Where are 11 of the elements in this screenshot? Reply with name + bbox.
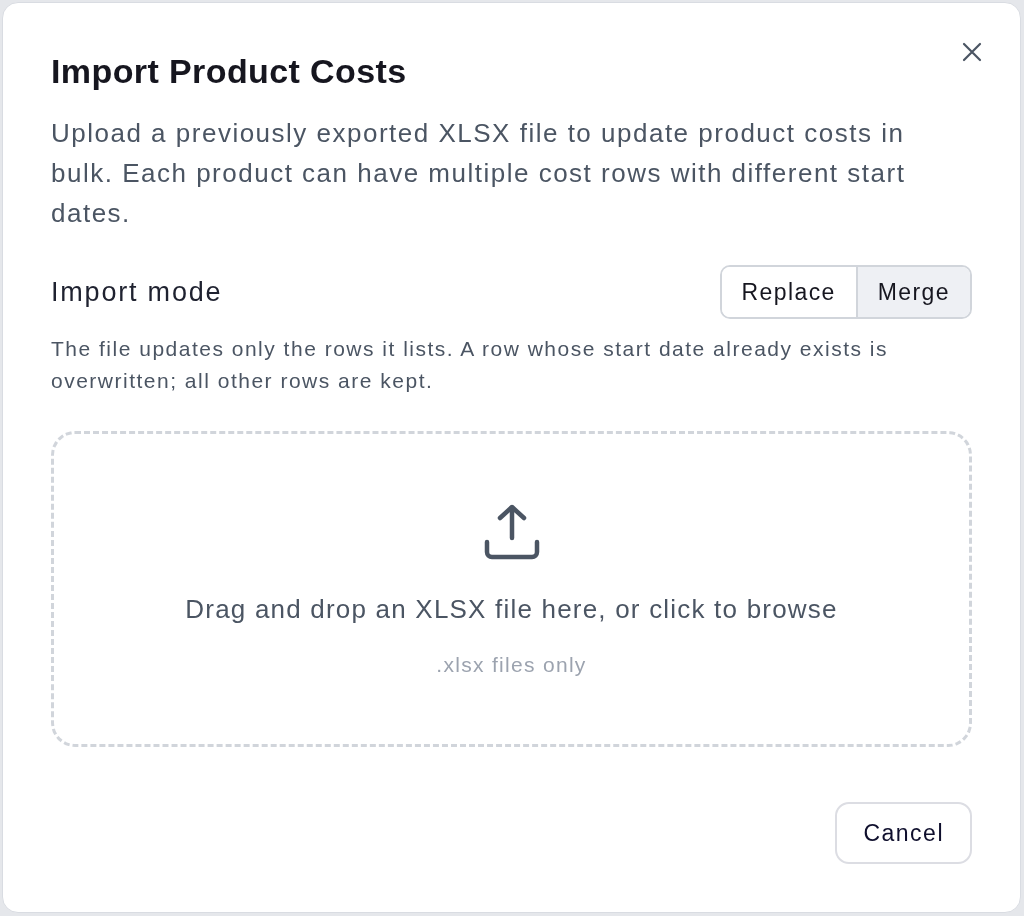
dropzone-hint: .xlsx files only bbox=[436, 653, 587, 677]
import-mode-label: Import mode bbox=[51, 276, 223, 308]
upload-icon bbox=[483, 504, 540, 560]
dialog-title: Import Product Costs bbox=[51, 51, 407, 91]
close-icon[interactable] bbox=[962, 42, 982, 62]
dropzone-prompt: Drag and drop an XLSX file here, or click to browse bbox=[185, 594, 838, 625]
mode-option[interactable]: Merge bbox=[855, 267, 970, 317]
cancel-button[interactable]: Cancel bbox=[835, 802, 972, 864]
import-mode-help: The file updates only the rows it lists. A row whose start date already exists is overwritten; all other rows are kept. bbox=[51, 336, 889, 394]
dialog-description: Upload a previously exported XLSX file to update product costs in bulk. Each product can have multiple cost rows with different start dates. bbox=[51, 117, 907, 230]
file-dropzone[interactable]: Drag and drop an XLSX file here, or click to browse .xlsx files only bbox=[51, 431, 972, 747]
